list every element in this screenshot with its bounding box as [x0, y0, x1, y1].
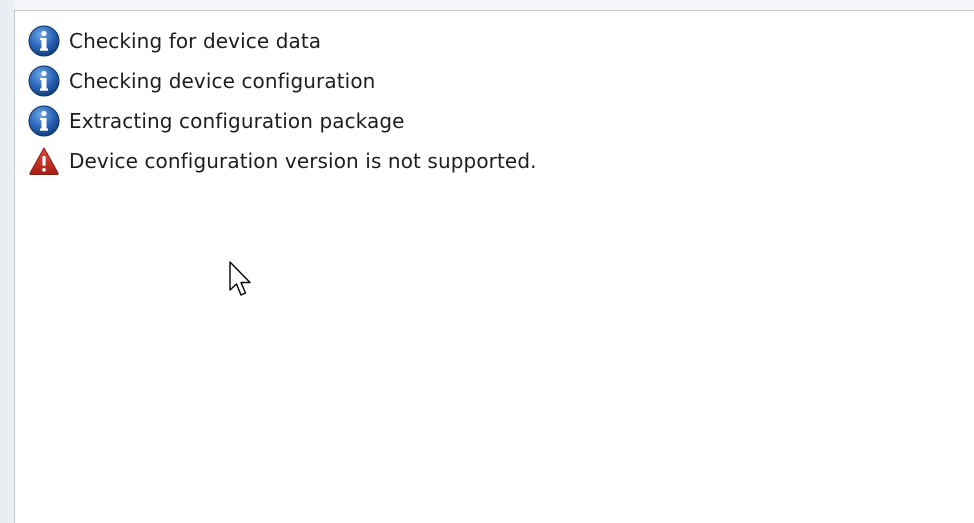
- info-icon: [28, 25, 60, 57]
- mouse-pointer-icon: [229, 261, 251, 296]
- status-log-panel: Checking for device data Checking device…: [14, 10, 974, 523]
- log-entry-text: Device configuration version is not supp…: [69, 149, 537, 173]
- warning-icon: [29, 147, 59, 175]
- status-log-list: Checking for device data Checking device…: [15, 11, 974, 181]
- log-entry-text: Extracting configuration package: [69, 109, 405, 133]
- log-entry-warning: Device configuration version is not supp…: [28, 141, 974, 181]
- info-icon: [28, 65, 60, 97]
- log-entry-info: Checking device configuration: [28, 61, 974, 101]
- log-entry-info: Extracting configuration package: [28, 101, 974, 141]
- window-edge: [0, 0, 14, 523]
- log-entry-info: Checking for device data: [28, 21, 974, 61]
- log-entry-text: Checking device configuration: [69, 69, 376, 93]
- info-icon: [28, 105, 60, 137]
- log-entry-text: Checking for device data: [69, 29, 322, 53]
